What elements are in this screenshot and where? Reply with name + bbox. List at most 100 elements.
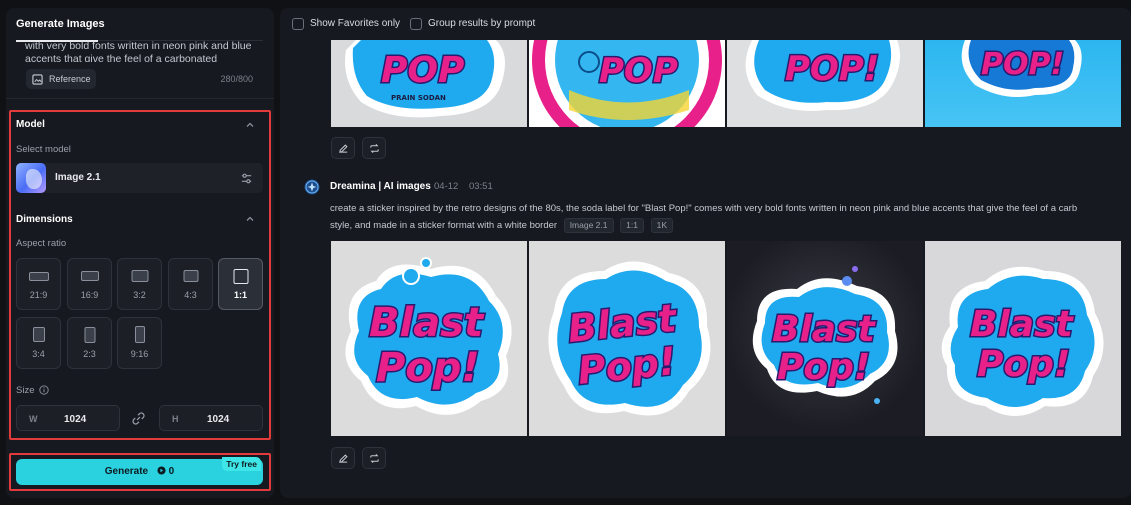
result-image[interactable]: POP! xyxy=(727,40,923,127)
show-favorites-checkbox[interactable] xyxy=(292,18,304,30)
prompt-line: style, and made in a sticker format with… xyxy=(330,220,558,231)
result-image[interactable]: Blast Pop! xyxy=(925,241,1121,436)
sticker-brand: PRAIN SODAN xyxy=(391,94,446,102)
ratio-shape xyxy=(183,270,198,282)
ratio-label: 21:9 xyxy=(29,290,48,300)
ratio-label: 4:3 xyxy=(184,290,197,300)
chevron-up-icon[interactable] xyxy=(245,120,255,130)
model-name: Image 2.1 xyxy=(55,172,101,183)
info-icon[interactable] xyxy=(39,385,49,395)
time: 03:51 xyxy=(468,181,493,192)
tag-model: Image 2.1 xyxy=(563,218,614,233)
sticker-word: Blast xyxy=(369,300,485,346)
ratio-label: 1:1 xyxy=(233,290,247,300)
ratio-shape xyxy=(131,270,148,282)
sticker-word: Blast xyxy=(772,309,877,350)
ratio-shape xyxy=(134,326,145,343)
chevron-up-icon[interactable] xyxy=(245,214,255,224)
sticker-art: Blast Pop! xyxy=(345,257,512,415)
result-image[interactable]: Blast Pop! xyxy=(331,241,527,436)
edit-button[interactable] xyxy=(331,447,355,469)
regenerate-button[interactable] xyxy=(362,137,386,159)
ratio-label: 9:16 xyxy=(130,349,149,359)
timestamp: 04-12 03:51 xyxy=(434,181,493,192)
dreamina-logo-icon xyxy=(304,179,320,195)
ratio-label: 3:2 xyxy=(133,290,146,300)
generate-button[interactable]: Generate 0 Try free xyxy=(16,457,263,485)
aspect-ratio-label: Aspect ratio xyxy=(16,238,67,249)
credits-count: 0 xyxy=(168,466,175,477)
reference-button[interactable]: Reference xyxy=(26,69,96,89)
sticker-word: Pop! xyxy=(376,345,480,391)
generate-label: Generate xyxy=(104,466,149,477)
sticker-word: POP! xyxy=(785,49,879,89)
ratio-shape xyxy=(84,327,95,343)
char-count: 280/800 xyxy=(220,74,253,84)
prompt-line: create a sticker inspired by the retro d… xyxy=(330,203,1078,214)
ratio-4-3[interactable]: 4:3 xyxy=(168,258,213,310)
model-selector[interactable]: Image 2.1 xyxy=(16,163,263,193)
tab-generate-images[interactable]: Generate Images xyxy=(16,18,105,30)
ratio-label: 3:4 xyxy=(32,349,45,359)
pencil-icon xyxy=(339,144,348,153)
sticker-word: POP xyxy=(599,51,678,91)
sticker-word: POP xyxy=(381,50,464,91)
left-panel: Generate Images with very bold fonts wri… xyxy=(0,0,275,505)
date: 04-12 xyxy=(434,181,459,192)
ratio-3-2[interactable]: 3:2 xyxy=(117,258,162,310)
repeat-icon xyxy=(370,454,379,463)
result-image[interactable]: POP xyxy=(529,40,725,127)
sticker-art: POP PRAIN SODAN xyxy=(345,40,505,118)
link-icon[interactable] xyxy=(131,411,146,426)
width-value: 1024 xyxy=(64,414,87,425)
sticker-word: Blast xyxy=(970,304,1075,345)
ratio-2-3[interactable]: 2:3 xyxy=(67,317,112,369)
sliders-icon[interactable] xyxy=(240,172,253,185)
sticker-art: POP! xyxy=(745,40,901,111)
divider xyxy=(6,98,274,99)
ratio-1-1[interactable]: 1:1 xyxy=(218,258,263,310)
ratio-9-16[interactable]: 9:16 xyxy=(117,317,162,369)
prompt-line-2: style, and made in a sticker format with… xyxy=(330,217,1130,234)
sticker-word: POP! xyxy=(981,47,1064,82)
show-favorites-label[interactable]: Show Favorites only xyxy=(310,18,400,29)
height-field[interactable]: H 1024 xyxy=(159,405,263,431)
ratio-shape xyxy=(80,271,99,281)
select-model-label: Select model xyxy=(16,144,71,155)
image-icon xyxy=(32,73,43,85)
repeat-icon xyxy=(370,144,379,153)
group-results-checkbox[interactable] xyxy=(410,18,422,30)
ratio-label: 2:3 xyxy=(83,349,96,359)
height-key: H xyxy=(172,414,179,424)
ratio-shape xyxy=(32,327,45,342)
model-section-title: Model xyxy=(16,119,45,130)
edit-button[interactable] xyxy=(331,137,355,159)
pencil-icon xyxy=(339,454,348,463)
results-panel: Show Favorites only Group results by pro… xyxy=(280,8,1131,498)
try-free-badge: Try free xyxy=(222,457,261,471)
author-name[interactable]: Dreamina | AI images xyxy=(330,181,431,192)
height-value: 1024 xyxy=(207,414,230,425)
model-thumbnail xyxy=(16,163,46,193)
prompt-input[interactable]: with very bold fonts written in neon pin… xyxy=(25,40,257,62)
ratio-21-9[interactable]: 21:9 xyxy=(16,258,61,310)
prompt-text: create a sticker inspired by the retro d… xyxy=(330,200,1130,234)
regenerate-button[interactable] xyxy=(362,447,386,469)
sticker-art: Blast Pop! xyxy=(548,261,711,416)
dimensions-section-title: Dimensions xyxy=(16,214,73,225)
sticker-art: Blast Pop! xyxy=(941,266,1104,416)
result-image[interactable]: POP PRAIN SODAN xyxy=(331,40,527,127)
ratio-3-4[interactable]: 3:4 xyxy=(16,317,61,369)
group-results-label[interactable]: Group results by prompt xyxy=(428,18,535,29)
result-image[interactable]: POP! xyxy=(925,40,1121,127)
ratio-16-9[interactable]: 16:9 xyxy=(67,258,112,310)
width-field[interactable]: W 1024 xyxy=(16,405,120,431)
ratio-label: 16:9 xyxy=(80,290,99,300)
sticker-art: POP xyxy=(532,40,722,127)
width-key: W xyxy=(29,414,38,424)
sticker-art: POP! xyxy=(961,40,1082,98)
size-label: Size xyxy=(16,385,35,396)
ratio-shape xyxy=(233,269,248,284)
result-image[interactable]: Blast Pop! xyxy=(529,241,725,436)
result-image[interactable]: Blast Pop! xyxy=(727,241,923,436)
